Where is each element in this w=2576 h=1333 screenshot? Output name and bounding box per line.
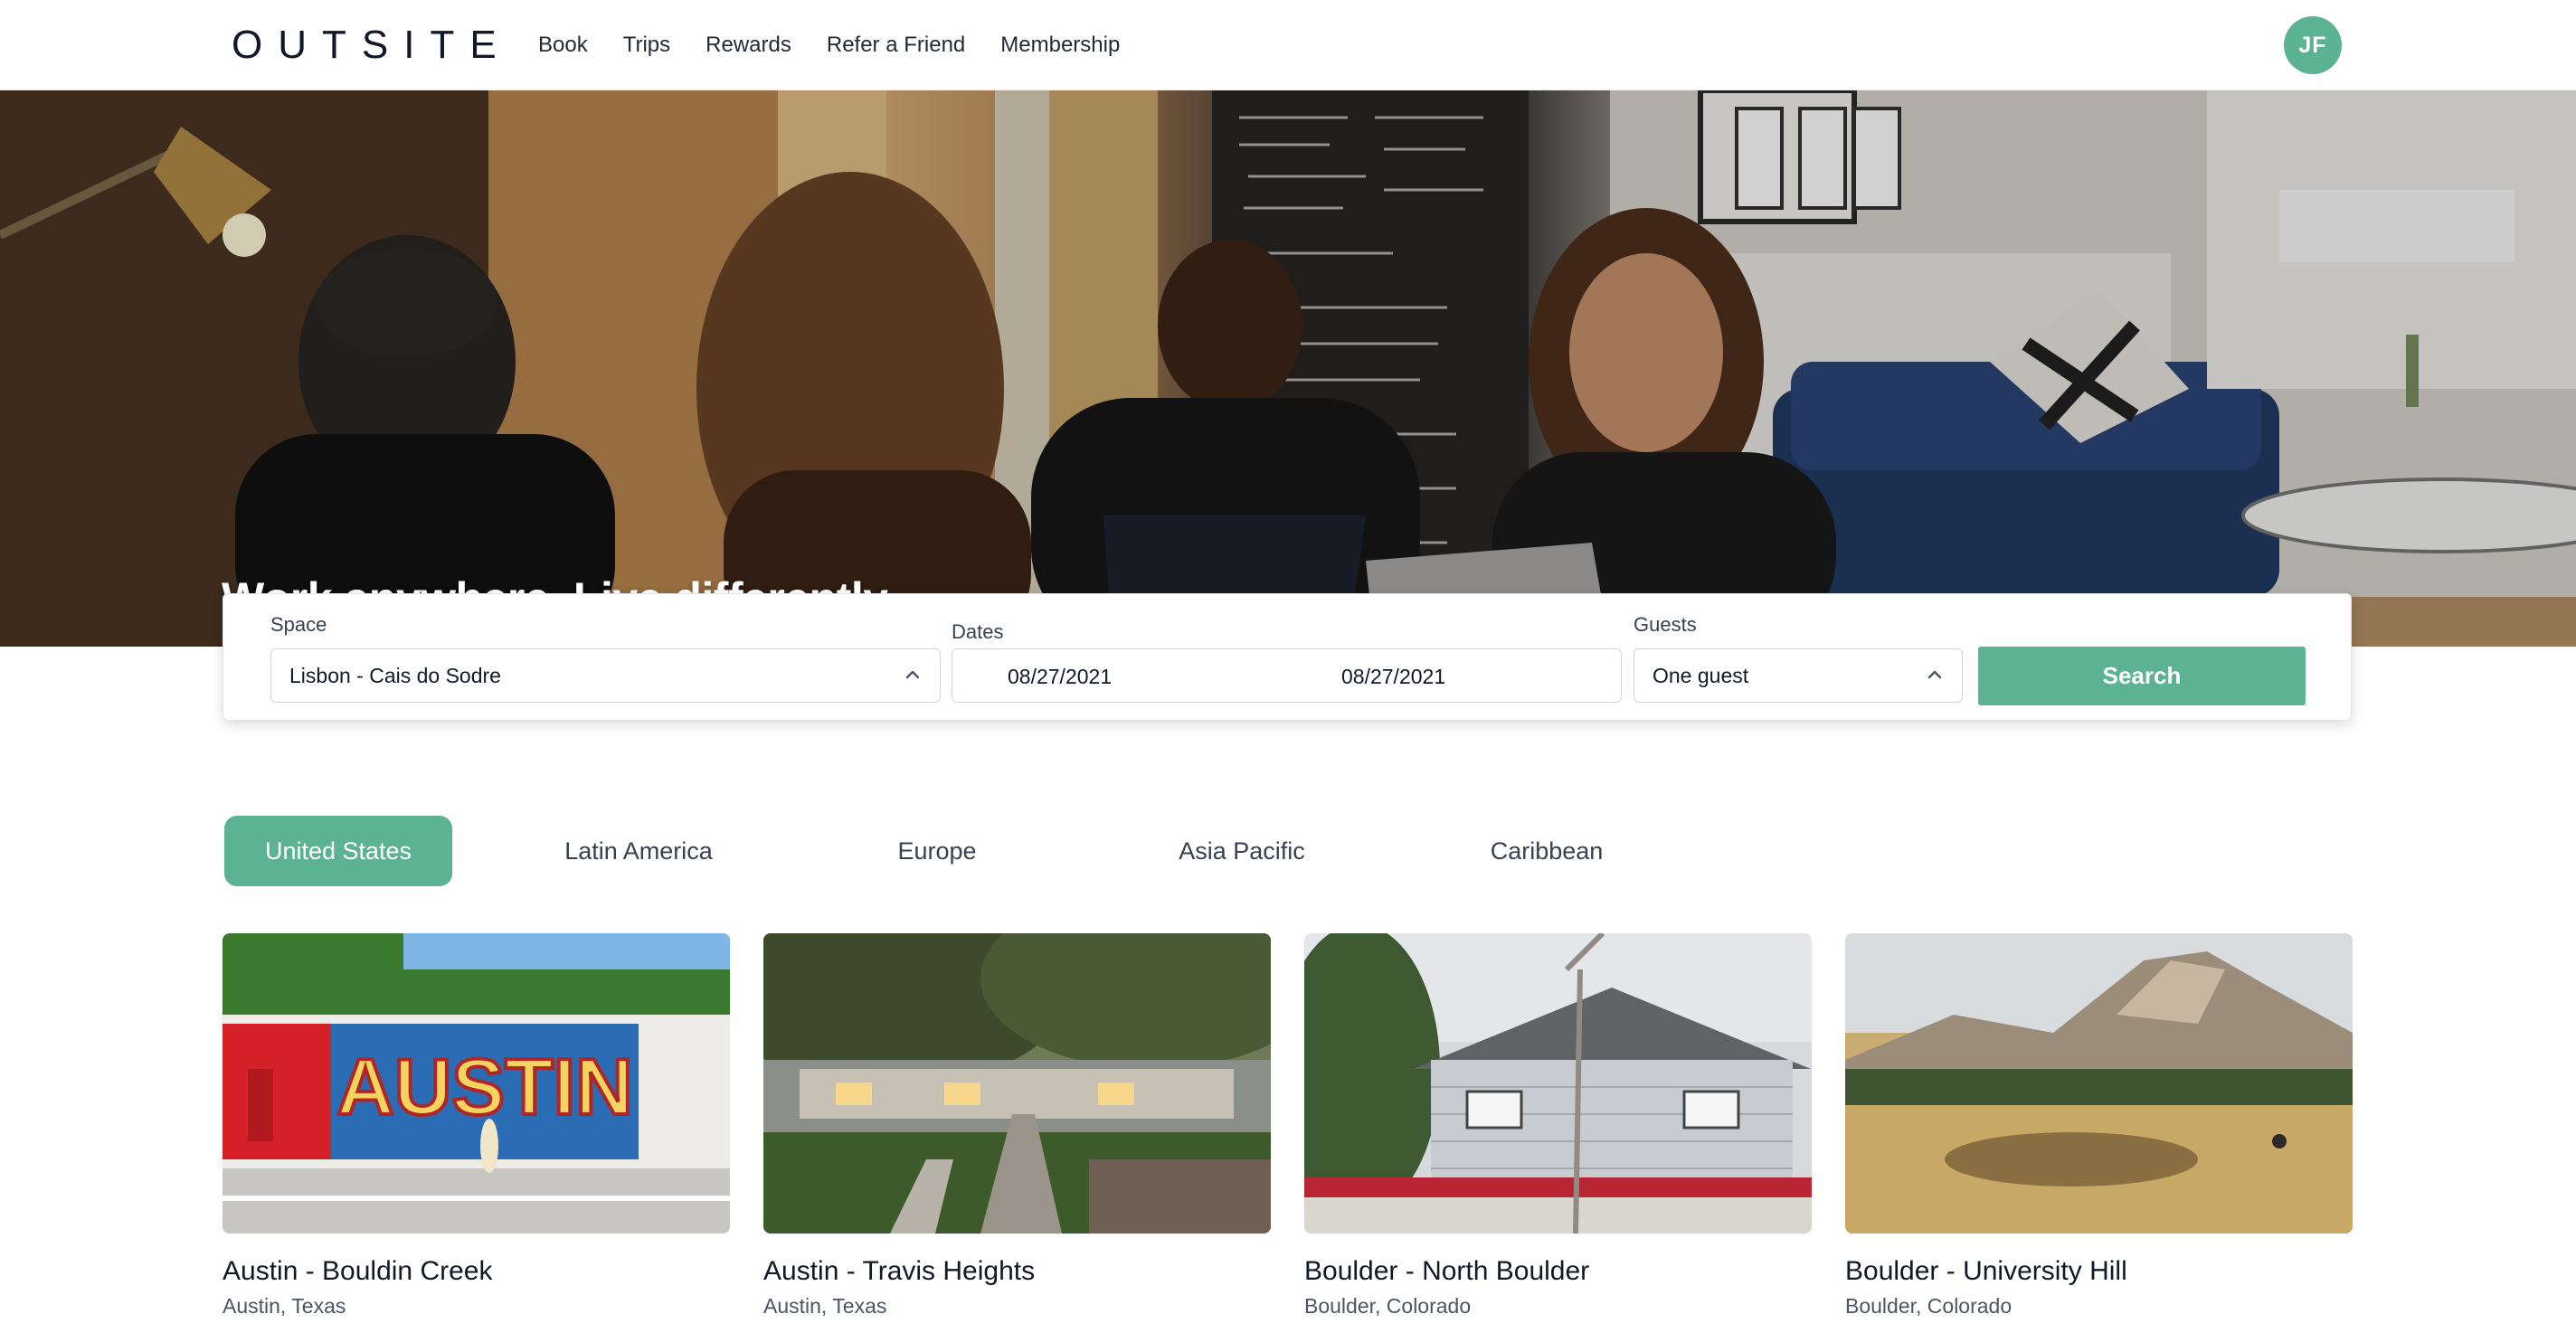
hero-photo [0,90,2576,647]
listing-location: Austin, Texas [763,1294,887,1318]
listing-card[interactable]: AUSTIN Austin - Bouldin Creek Austin, Te… [223,933,730,1318]
listing-location: Boulder, Colorado [1845,1294,2012,1318]
chevron-up-icon [905,670,920,679]
space-label: Space [270,613,327,636]
listing-name[interactable]: Austin - Travis Heights [763,1255,1035,1288]
listing-photo-university-hill [1845,933,2353,1234]
chevron-up-icon [1927,670,1942,679]
check-in-date[interactable]: 08/27/2021 [1008,665,1112,689]
guests-label: Guests [1634,613,1697,636]
listing-photo-north-boulder [1304,933,1812,1234]
nav-refer-link[interactable]: Refer a Friend [827,32,965,59]
hero-banner: Work anywhere. Live differently. [0,90,2576,647]
listing-photo-austin-mural: AUSTIN [223,933,730,1234]
svg-text:AUSTIN: AUSTIN [336,1042,633,1131]
listing-photo[interactable] [1304,933,1812,1234]
search-form: Space Lisbon - Cais do Sodre Dates 08/27… [223,593,2352,721]
tab-asia-pacific[interactable]: Asia Pacific [1124,816,1359,886]
user-avatar[interactable]: JF [2284,16,2342,74]
listing-location: Austin, Texas [223,1294,346,1318]
nav-trips-link[interactable]: Trips [623,32,670,59]
listing-photo[interactable] [763,933,1271,1234]
space-select[interactable]: Lisbon - Cais do Sodre [270,648,941,703]
listing-card[interactable]: Austin - Travis Heights Austin, Texas [763,933,1271,1318]
date-range-picker[interactable]: 08/27/2021 08/27/2021 [952,648,1622,703]
listing-name[interactable]: Austin - Bouldin Creek [223,1255,492,1288]
tab-europe[interactable]: Europe [819,816,1055,886]
listing-card[interactable]: Boulder - University Hill Boulder, Color… [1845,933,2353,1318]
nav-membership-link[interactable]: Membership [1000,32,1120,59]
tab-united-states[interactable]: United States [224,816,452,886]
check-out-date[interactable]: 08/27/2021 [1341,665,1445,689]
listing-location: Boulder, Colorado [1304,1294,1472,1318]
tab-latin-america[interactable]: Latin America [521,816,756,886]
top-navigation: OUTSITE Book Trips Rewards Refer a Frien… [0,0,2576,90]
dates-label: Dates [952,620,1004,643]
listing-photo[interactable]: AUSTIN [223,933,730,1234]
listing-photo[interactable] [1845,933,2353,1234]
guests-select-value: One guest [1653,663,1749,687]
nav-rewards-link[interactable]: Rewards [706,32,791,59]
main-menu: Book Trips Rewards Refer a Friend Member… [538,0,1155,90]
listing-name[interactable]: Boulder - University Hill [1845,1255,2127,1288]
listing-photo-travis-heights [763,933,1271,1234]
listing-card[interactable]: Boulder - North Boulder Boulder, Colorad… [1304,933,1812,1318]
space-select-value: Lisbon - Cais do Sodre [289,663,501,687]
search-button[interactable]: Search [1978,647,2306,705]
listing-name[interactable]: Boulder - North Boulder [1304,1255,1589,1288]
brand-logo[interactable]: OUTSITE [232,22,512,69]
nav-book-link[interactable]: Book [538,32,588,59]
guests-select[interactable]: One guest [1634,648,1963,703]
tab-caribbean[interactable]: Caribbean [1429,816,1664,886]
